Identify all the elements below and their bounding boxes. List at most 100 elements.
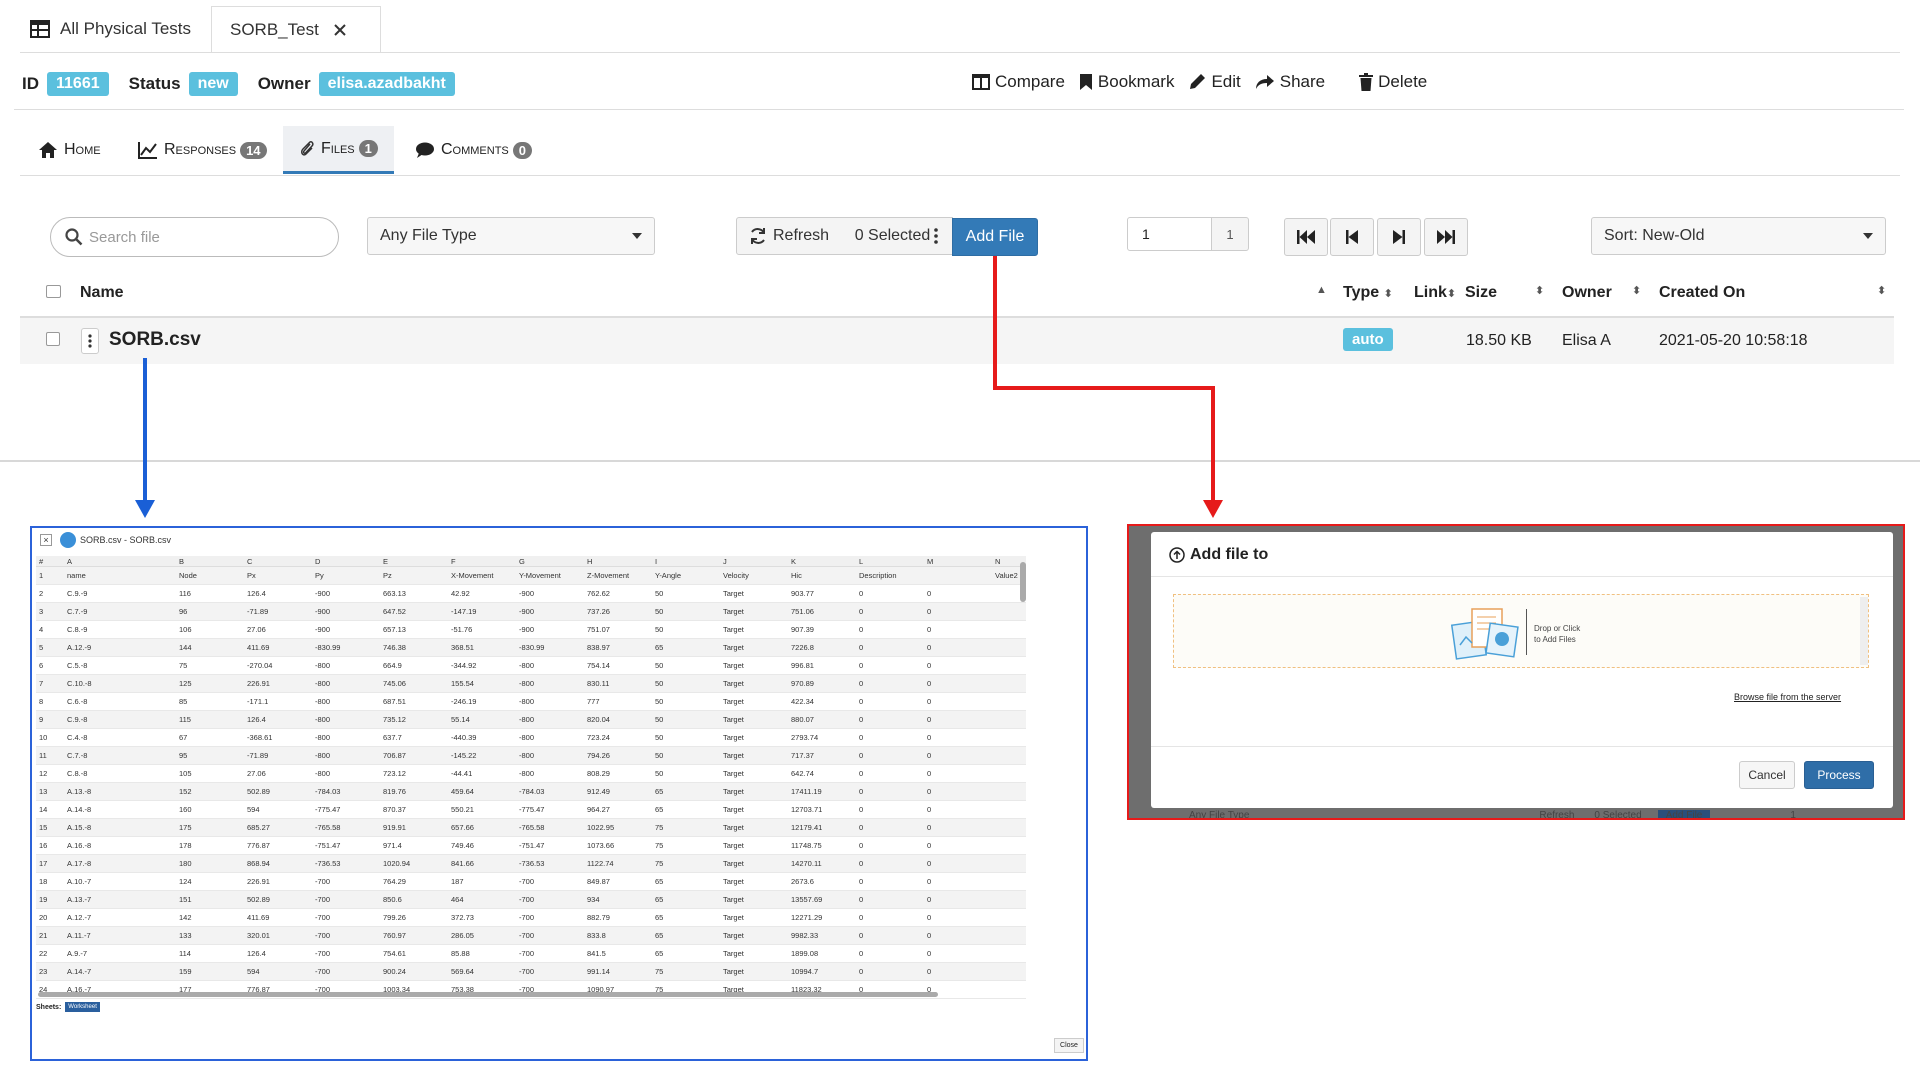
grid-cell[interactable]: 1022.95 [584,823,652,832]
grid-cell[interactable]: 21 [36,931,64,940]
grid-cell[interactable]: A.13.-7 [64,895,176,904]
grid-cell[interactable]: 50 [652,661,720,670]
grid-cell[interactable]: 65 [652,949,720,958]
grid-cell[interactable]: 7226.8 [788,643,856,652]
grid-cell[interactable]: 12179.41 [788,823,856,832]
grid-cell[interactable]: 723.12 [380,769,448,778]
grid-cell[interactable]: name [64,571,176,580]
grid-cell[interactable]: -71.89 [244,751,312,760]
grid-cell[interactable]: -700 [516,949,584,958]
grid-cell[interactable]: -700 [312,913,380,922]
refresh-button[interactable]: Refresh [736,217,842,255]
grid-cell[interactable]: 502.89 [244,787,312,796]
grid-cell[interactable]: 75 [652,841,720,850]
grid-cell[interactable]: 133 [176,931,244,940]
grid-cell[interactable]: 116 [176,589,244,598]
grid-cell[interactable]: 175 [176,823,244,832]
grid-cell[interactable]: 1 [36,571,64,580]
grid-cell[interactable]: -800 [312,661,380,670]
grid-cell[interactable]: 749.46 [448,841,516,850]
grid-cell[interactable]: 594 [244,805,312,814]
grid-cell[interactable]: -784.03 [312,787,380,796]
grid-cell[interactable]: 919.91 [380,823,448,832]
grid-cell[interactable]: 15 [36,823,64,832]
grid-cell[interactable]: Target [720,823,788,832]
grid-cell[interactable]: 0 [924,589,992,598]
grid-cell[interactable]: -800 [516,679,584,688]
grid-cell[interactable]: 868.94 [244,859,312,868]
header-name[interactable]: Name [80,284,124,302]
grid-cell[interactable]: 0 [856,679,924,688]
grid-cell[interactable]: 882.79 [584,913,652,922]
grid-cell[interactable]: 0 [924,967,992,976]
grid-cell[interactable]: -700 [516,931,584,940]
grid-cell[interactable]: 0 [856,787,924,796]
grid-cell[interactable]: -800 [516,715,584,724]
grid-cell[interactable]: -765.58 [516,823,584,832]
grid-cell[interactable]: Target [720,697,788,706]
grid-cell[interactable]: A.15.-8 [64,823,176,832]
grid-cell[interactable]: Target [720,661,788,670]
grid-cell[interactable]: Target [720,841,788,850]
grid-cell[interactable]: 934 [584,895,652,904]
grid-cell[interactable]: -830.99 [516,643,584,652]
grid-cell[interactable]: 777 [584,697,652,706]
grid-cell[interactable]: 751.06 [788,607,856,616]
grid-cell[interactable]: 3 [36,607,64,616]
grid-cell[interactable]: 14 [36,805,64,814]
grid-cell[interactable]: 0 [924,733,992,742]
grid-cell[interactable]: 0 [856,697,924,706]
grid-cell[interactable]: -751.47 [516,841,584,850]
grid-cell[interactable]: 657.66 [448,823,516,832]
grid-cell[interactable]: -700 [516,967,584,976]
grid-cell[interactable]: 372.73 [448,913,516,922]
grid-cell[interactable]: -800 [312,769,380,778]
grid-cell[interactable]: A.12.-9 [64,643,176,652]
grid-cell[interactable]: 657.13 [380,625,448,634]
search-input[interactable]: Search file [50,217,339,257]
vertical-scrollbar[interactable] [1020,562,1026,602]
grid-cell[interactable]: 706.87 [380,751,448,760]
grid-cell[interactable]: -145.22 [448,751,516,760]
grid-cell[interactable]: 0 [856,715,924,724]
grid-cell[interactable]: 637.7 [380,733,448,742]
grid-cell[interactable]: A.17.-8 [64,859,176,868]
process-button[interactable]: Process [1804,761,1874,789]
grid-cell[interactable]: -900 [312,607,380,616]
sort-icon[interactable]: ▲ [1316,284,1327,296]
grid-cell[interactable]: 0 [856,913,924,922]
header-type[interactable]: Type ⬍ [1343,284,1393,302]
grid-cell[interactable]: -800 [516,697,584,706]
grid-cell[interactable]: 75 [652,859,720,868]
bookmark-button[interactable]: Bookmark [1079,72,1174,92]
grid-cell[interactable]: Target [720,643,788,652]
grid-cell[interactable]: 754.14 [584,661,652,670]
grid-cell[interactable]: 996.81 [788,661,856,670]
grid-cell[interactable]: 964.27 [584,805,652,814]
last-page-button[interactable] [1424,218,1468,256]
grid-cell[interactable]: C.9.-8 [64,715,176,724]
grid-cell[interactable]: 144 [176,643,244,652]
grid-cell[interactable]: Y-Angle [652,571,720,580]
grid-cell[interactable]: Target [720,895,788,904]
grid-cell[interactable]: 912.49 [584,787,652,796]
tab-comments[interactable]: Comments 0 [415,126,533,174]
grid-cell[interactable]: -736.53 [516,859,584,868]
grid-cell[interactable]: -700 [312,895,380,904]
grid-cell[interactable]: 65 [652,805,720,814]
grid-cell[interactable]: 115 [176,715,244,724]
grid-cell[interactable]: 75 [652,823,720,832]
grid-cell[interactable]: 67 [176,733,244,742]
tab-files[interactable]: Files 1 [283,126,394,174]
grid-cell[interactable]: C.8.-9 [64,625,176,634]
grid-cell[interactable]: -900 [312,625,380,634]
add-file-button[interactable]: Add File [952,218,1038,256]
grid-cell[interactable]: 9 [36,715,64,724]
grid-cell[interactable]: 794.26 [584,751,652,760]
file-type-select[interactable]: Any File Type [367,217,655,255]
grid-cell[interactable]: 75 [652,967,720,976]
grid-cell[interactable]: 870.37 [380,805,448,814]
delete-button[interactable]: Delete [1359,72,1427,92]
preview-close-button[interactable]: Close [1054,1038,1084,1053]
cancel-button[interactable]: Cancel [1739,761,1795,789]
